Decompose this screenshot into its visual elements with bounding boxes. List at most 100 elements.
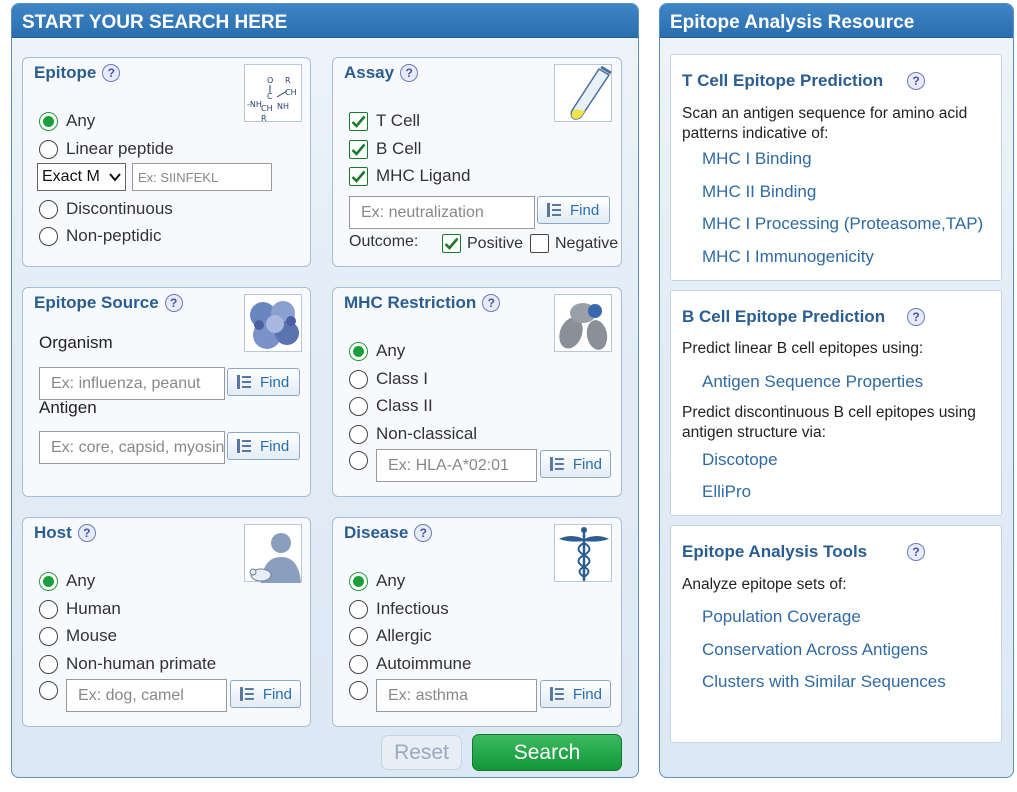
assay-check-mhc-ligand[interactable]: MHC Ligand <box>349 166 471 186</box>
protein-structure-icon <box>244 294 302 352</box>
find-list-icon <box>549 457 564 471</box>
host-option-non-human-primate[interactable]: Non-human primate <box>39 654 216 674</box>
svg-text:R: R <box>261 114 267 123</box>
radio-allele[interactable] <box>349 451 368 470</box>
host-option-human[interactable]: Human <box>39 599 121 619</box>
outcome-negative[interactable]: Negative <box>530 234 618 253</box>
radio-human[interactable] <box>39 599 58 619</box>
reset-button[interactable]: Reset <box>381 735 462 770</box>
checkmark-icon[interactable] <box>442 234 461 253</box>
disease-option-any[interactable]: Any <box>349 571 405 591</box>
help-icon[interactable]: ? <box>77 524 96 542</box>
help-icon[interactable]: ? <box>907 543 925 561</box>
host-option-any[interactable]: Any <box>39 571 95 591</box>
radio-any[interactable] <box>349 341 368 361</box>
mhc-option-any[interactable]: Any <box>349 341 405 361</box>
mhc-option-non-classical[interactable]: Non-classical <box>349 424 477 444</box>
svg-text:-NH: -NH <box>247 100 262 109</box>
assay-box: Assay ? T Cell B Cell MHC Ligand Ex: neu… <box>332 57 622 267</box>
caduceus-icon <box>554 524 612 582</box>
radio-host-other[interactable] <box>39 681 58 700</box>
radio-non-human-primate[interactable] <box>39 654 58 674</box>
link-discotope[interactable]: Discotope <box>702 450 778 470</box>
peptide-input[interactable]: Ex: SIINFEKL <box>132 163 272 191</box>
assay-find-button[interactable]: Find <box>537 196 610 224</box>
disease-option-allergic[interactable]: Allergic <box>349 626 432 646</box>
outcome-positive[interactable]: Positive <box>442 234 523 253</box>
epitope-option-linear[interactable]: Linear peptide <box>39 139 174 159</box>
radio-class-i[interactable] <box>349 369 368 389</box>
radio-any[interactable] <box>39 571 58 591</box>
radio-autoimmune[interactable] <box>349 654 368 674</box>
help-icon[interactable]: ? <box>482 294 501 312</box>
disease-title: Disease <box>344 523 409 542</box>
assay-search-input[interactable]: Ex: neutralization <box>349 196 535 229</box>
allele-find-button[interactable]: Find <box>540 450 611 478</box>
link-mhc-i-binding[interactable]: MHC I Binding <box>702 149 812 169</box>
organism-find-button[interactable]: Find <box>227 368 300 396</box>
link-mhc-i-processing[interactable]: MHC I Processing (Proteasome,TAP) <box>702 214 983 234</box>
checkmark-icon[interactable] <box>349 139 368 159</box>
epitope-option-non-peptidic[interactable]: Non-peptidic <box>39 226 161 246</box>
help-icon[interactable]: ? <box>907 72 925 90</box>
radio-infectious[interactable] <box>349 599 368 619</box>
disease-other-input[interactable]: Ex: asthma <box>376 679 537 712</box>
help-icon[interactable]: ? <box>102 64 121 82</box>
help-icon[interactable]: ? <box>414 524 433 542</box>
find-list-icon <box>239 687 254 701</box>
radio-mouse[interactable] <box>39 626 58 646</box>
link-antigen-sequence-properties[interactable]: Antigen Sequence Properties <box>702 372 923 392</box>
host-title: Host <box>34 523 72 542</box>
mhc-option-class-ii[interactable]: Class II <box>349 396 433 416</box>
chevron-down-icon <box>109 173 121 182</box>
epitope-option-discontinuous[interactable]: Discontinuous <box>39 199 173 219</box>
assay-check-tcell[interactable]: T Cell <box>349 111 420 131</box>
assay-check-bcell[interactable]: B Cell <box>349 139 421 159</box>
antigen-find-button[interactable]: Find <box>227 432 300 460</box>
help-icon[interactable]: ? <box>164 294 183 312</box>
radio-any[interactable] <box>349 571 368 591</box>
search-button[interactable]: Search <box>472 734 622 771</box>
mhc-molecule-icon <box>554 294 612 352</box>
radio-any[interactable] <box>39 111 58 131</box>
link-clusters-similar-sequences[interactable]: Clusters with Similar Sequences <box>702 672 946 692</box>
radio-non-peptidic[interactable] <box>39 226 58 246</box>
link-population-coverage[interactable]: Population Coverage <box>702 607 861 627</box>
disease-option-infectious[interactable]: Infectious <box>349 599 449 619</box>
antigen-input[interactable]: Ex: core, capsid, myosin <box>39 431 225 464</box>
disease-option-autoimmune[interactable]: Autoimmune <box>349 654 471 674</box>
help-icon[interactable]: ? <box>907 308 925 326</box>
tools-title: Epitope Analysis Tools <box>682 542 868 561</box>
host-option-mouse[interactable]: Mouse <box>39 626 117 646</box>
link-mhc-i-immunogenicity[interactable]: MHC I Immunogenicity <box>702 247 874 267</box>
checkmark-icon[interactable] <box>349 111 368 131</box>
radio-class-ii[interactable] <box>349 396 368 416</box>
epitope-title: Epitope <box>34 63 97 82</box>
link-mhc-ii-binding[interactable]: MHC II Binding <box>702 182 816 202</box>
tcell-prediction-box: T Cell Epitope Prediction ? Scan an anti… <box>670 54 1002 281</box>
match-type-select[interactable]: Exact M <box>37 163 126 191</box>
host-find-button[interactable]: Find <box>230 680 301 708</box>
link-conservation-across-antigens[interactable]: Conservation Across Antigens <box>702 640 928 660</box>
svg-text:CH: CH <box>285 88 297 97</box>
radio-non-classical[interactable] <box>349 424 368 444</box>
tcell-description: Scan an antigen sequence for amino acid … <box>682 105 968 142</box>
organism-label: Organism <box>39 333 113 352</box>
disease-find-button[interactable]: Find <box>540 680 611 708</box>
chemical-structure-icon: O R C CH -NH CH NH R <box>244 64 302 123</box>
host-other-input[interactable]: Ex: dog, camel <box>66 679 227 712</box>
mhc-option-class-i[interactable]: Class I <box>349 369 428 389</box>
organism-input[interactable]: Ex: influenza, peanut <box>39 367 225 400</box>
epitope-option-any[interactable]: Any <box>39 111 95 131</box>
host-box: Host ? Any Human Mouse Non-human primate… <box>22 517 311 727</box>
link-ellipro[interactable]: ElliPro <box>702 482 751 502</box>
checkmark-icon[interactable] <box>349 166 368 186</box>
allele-input[interactable]: Ex: HLA-A*02:01 <box>376 449 537 482</box>
radio-disease-other[interactable] <box>349 681 368 700</box>
negative-checkbox[interactable] <box>530 234 549 253</box>
radio-discontinuous[interactable] <box>39 199 58 219</box>
radio-linear-peptide[interactable] <box>39 139 58 159</box>
radio-allergic[interactable] <box>349 626 368 646</box>
bcell-prediction-box: B Cell Epitope Prediction ? Predict line… <box>670 290 1002 516</box>
help-icon[interactable]: ? <box>400 64 419 82</box>
